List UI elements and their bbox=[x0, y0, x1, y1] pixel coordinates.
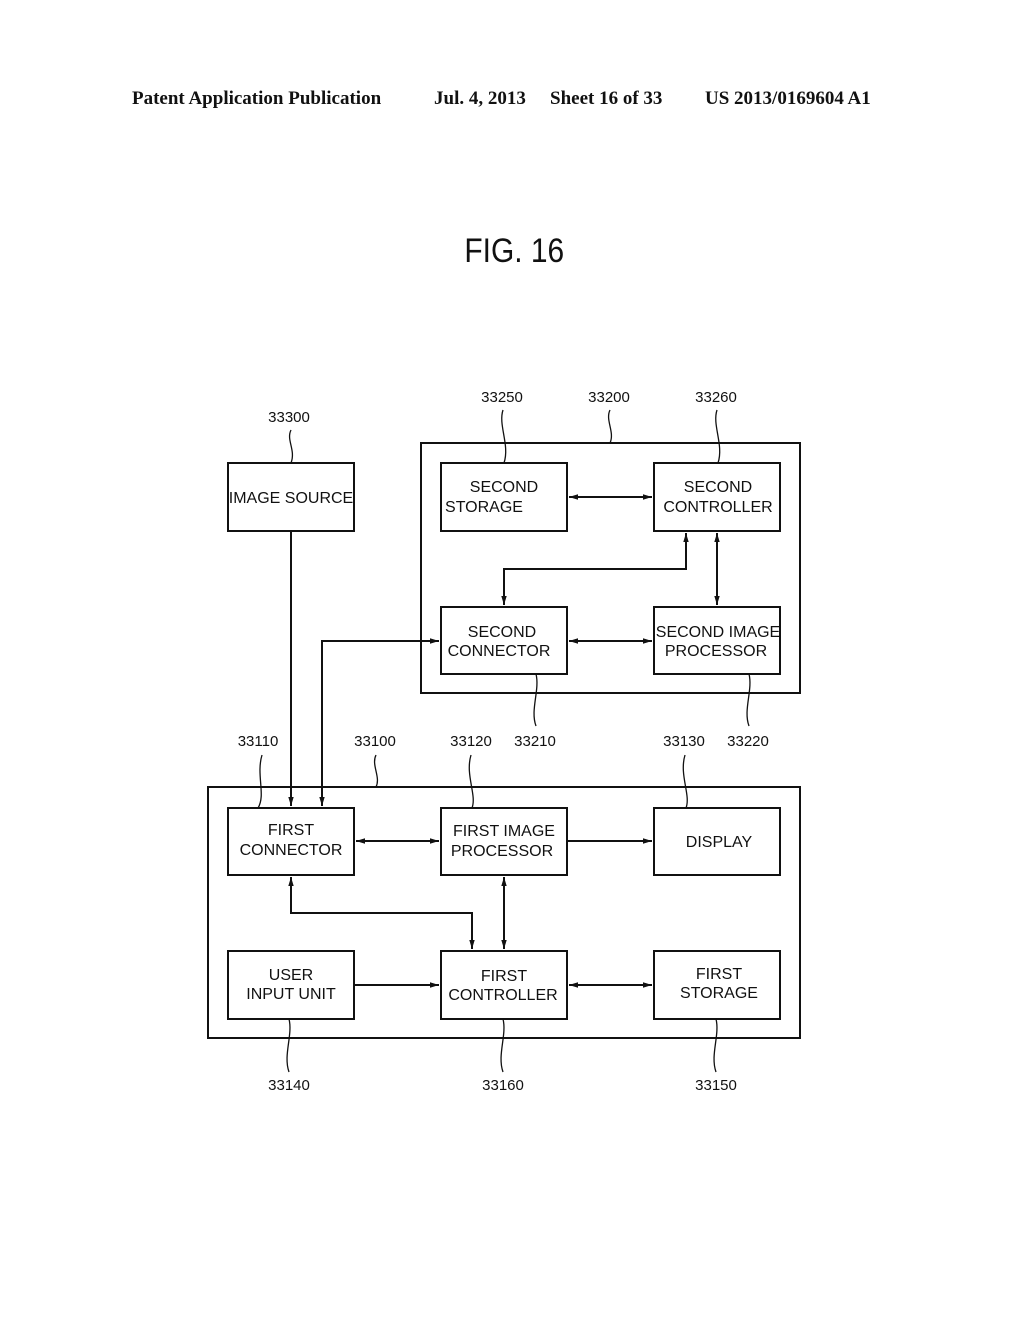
first-connector-label-line1: FIRST bbox=[268, 822, 314, 839]
user-input-unit-label-line2: INPUT UNIT bbox=[246, 986, 336, 1003]
second-storage-label-line1: SECOND bbox=[470, 479, 538, 496]
first-storage-block: FIRST STORAGE bbox=[653, 950, 781, 1020]
leader-33120 bbox=[468, 754, 474, 809]
second-image-processor-label-line2: PROCESSOR bbox=[665, 643, 767, 660]
ref-33110: 33110 bbox=[238, 733, 279, 750]
second-controller-block: SECOND CONTROLLER bbox=[653, 462, 781, 532]
second-image-processor-label-line1: SECOND IMAGE bbox=[656, 624, 780, 641]
ref-33100: 33100 bbox=[354, 733, 396, 750]
first-controller-label-line2: CONTROLLER bbox=[448, 987, 557, 1004]
leader-33300 bbox=[288, 429, 294, 464]
wire-second-controller-to-second-connector bbox=[501, 533, 689, 605]
first-connector-label-line2: CONNECTOR bbox=[240, 842, 343, 859]
wire-first-connector-to-first-controller bbox=[288, 877, 475, 949]
leader-33210 bbox=[533, 673, 538, 727]
display-block: DISPLAY bbox=[653, 807, 781, 876]
display-label: DISPLAY bbox=[686, 834, 753, 851]
leader-33260 bbox=[715, 409, 721, 464]
image-source-label: IMAGE SOURCE bbox=[229, 490, 353, 507]
ref-33250: 33250 bbox=[481, 389, 523, 406]
ref-33300: 33300 bbox=[268, 409, 310, 426]
second-storage-label-line2: STORAGE bbox=[445, 499, 523, 516]
ref-33200: 33200 bbox=[588, 389, 630, 406]
image-source-block: IMAGE SOURCE bbox=[227, 462, 355, 532]
ref-33140: 33140 bbox=[268, 1077, 310, 1094]
user-input-unit-label-line1: USER bbox=[269, 967, 313, 984]
leader-33130 bbox=[682, 754, 688, 809]
leader-33220 bbox=[746, 673, 751, 727]
first-controller-block: FIRST CONTROLLER bbox=[440, 950, 568, 1020]
leader-33200 bbox=[607, 409, 613, 444]
second-connector-label-line2: CONNECTOR bbox=[448, 643, 551, 660]
leader-33160 bbox=[500, 1018, 505, 1073]
first-storage-label-line2: STORAGE bbox=[680, 985, 758, 1002]
second-connector-label-line1: SECOND bbox=[468, 624, 536, 641]
second-storage-block: SECOND STORAGE bbox=[440, 462, 568, 532]
first-controller-label-line1: FIRST bbox=[481, 968, 527, 985]
first-storage-label-line1: FIRST bbox=[696, 966, 742, 983]
leader-33150 bbox=[713, 1018, 718, 1073]
ref-33210: 33210 bbox=[514, 733, 556, 750]
first-image-processor-label-line1: FIRST IMAGE bbox=[453, 823, 555, 840]
ref-33120: 33120 bbox=[450, 733, 492, 750]
ref-33260: 33260 bbox=[695, 389, 737, 406]
second-image-processor-block: SECOND IMAGE PROCESSOR bbox=[653, 606, 781, 675]
user-input-unit-block: USER INPUT UNIT bbox=[227, 950, 355, 1020]
first-connector-block: FIRST CONNECTOR bbox=[227, 807, 355, 876]
second-controller-label-line1: SECOND bbox=[684, 479, 752, 496]
leader-33140 bbox=[286, 1018, 291, 1073]
leader-33100 bbox=[373, 754, 379, 788]
second-controller-label-line2: CONTROLLER bbox=[663, 499, 772, 516]
block-diagram: IMAGE SOURCE SECOND STORAGE SECOND CONTR… bbox=[207, 389, 801, 1094]
ref-33160: 33160 bbox=[482, 1077, 524, 1094]
leader-33110 bbox=[257, 754, 263, 809]
ref-33150: 33150 bbox=[695, 1077, 737, 1094]
first-image-processor-block: FIRST IMAGE PROCESSOR bbox=[440, 807, 568, 876]
leader-33250 bbox=[501, 409, 507, 464]
ref-33220: 33220 bbox=[727, 733, 769, 750]
second-connector-block: SECOND CONNECTOR bbox=[440, 606, 568, 675]
first-image-processor-label-line2: PROCESSOR bbox=[451, 843, 553, 860]
ref-33130: 33130 bbox=[663, 733, 705, 750]
